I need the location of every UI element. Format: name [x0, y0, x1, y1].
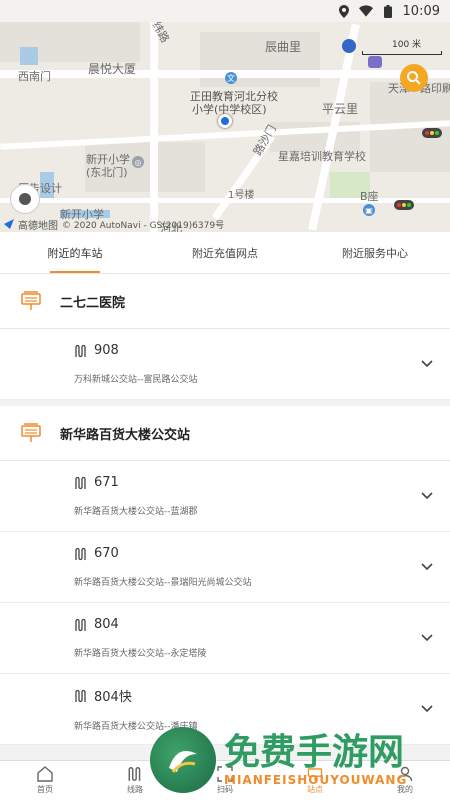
map-label: 星嘉培训教育学校 [278, 150, 366, 163]
map-copyright: 高德地图 © 2020 AutoNavi - GS(2019)6379号 [0, 216, 450, 232]
station-header[interactable]: 新华路百货大楼公交站 [0, 406, 450, 461]
metro-icon [342, 39, 356, 53]
bus-stop-icon [307, 768, 323, 781]
route-direction: 新华路百货大楼公交站--蓝湖郡 [74, 507, 198, 517]
route-row[interactable]: 670 新华路百货大楼公交站--景瑞阳光尚城公交站 [0, 532, 450, 603]
location-icon [337, 4, 351, 18]
route-icon [75, 689, 86, 702]
school-poi-icon[interactable]: ◎ [132, 156, 144, 168]
route-icon [75, 476, 86, 489]
station-card: 二七二医院 908 万科新城公交站--富民路公交站 [0, 274, 450, 400]
station-card: 新华路百货大楼公交站 671 新华路百货大楼公交站--蓝湖郡 670 新华路百货… [0, 406, 450, 745]
chevron-down-icon[interactable] [418, 700, 436, 718]
route-number: 804快 [94, 690, 132, 705]
route-number: 804 [94, 617, 119, 632]
tab-nearby-stations[interactable]: 附近的车站 [0, 232, 150, 273]
traffic-light-icon [422, 128, 442, 138]
route-number: 908 [94, 343, 119, 358]
station-header[interactable]: 二七二医院 [0, 274, 450, 329]
traffic-light-icon [394, 200, 414, 210]
nav-profile[interactable]: 我的 [360, 761, 450, 800]
map-label: (东北门) [86, 166, 128, 179]
route-icon [75, 618, 86, 631]
route-number: 670 [94, 546, 119, 561]
route-direction: 新华路百货大楼公交站--永定塔陵 [74, 649, 207, 659]
route-row[interactable]: 804 新华路百货大楼公交站--永定塔陵 [0, 603, 450, 674]
search-icon [407, 71, 421, 85]
tab-bar: 附近的车站 附近充值网点 附近服务中心 [0, 232, 450, 274]
bus-stop-icon [21, 423, 41, 442]
user-icon [397, 766, 413, 782]
station-name: 新华路百货大楼公交站 [60, 427, 191, 443]
tab-nearby-recharge[interactable]: 附近充值网点 [150, 232, 300, 273]
route-row[interactable]: 671 新华路百货大楼公交站--蓝湖郡 [0, 461, 450, 532]
chevron-down-icon[interactable] [418, 487, 436, 505]
current-location-pin-icon [218, 114, 232, 128]
route-number: 671 [94, 475, 119, 490]
chevron-down-icon[interactable] [418, 558, 436, 576]
route-row[interactable]: 908 万科新城公交站--富民路公交站 [0, 329, 450, 400]
nav-home[interactable]: 首页 [0, 761, 90, 800]
station-name: 二七二医院 [60, 295, 126, 311]
route-icon [75, 547, 86, 560]
tab-nearby-service[interactable]: 附近服务中心 [300, 232, 450, 273]
status-time: 10:09 [402, 3, 440, 19]
map-marker-icon[interactable] [368, 56, 382, 68]
route-icon [128, 767, 141, 781]
route-direction: 万科新城公交站--富民路公交站 [74, 375, 198, 385]
wifi-icon [358, 4, 373, 18]
map-label: 1号楼 [228, 190, 255, 201]
map-label: 平云里 [322, 102, 359, 116]
route-direction: 新华路百货大楼公交站--景瑞阳光尚城公交站 [74, 578, 252, 588]
battery-icon [381, 4, 395, 18]
locate-button[interactable] [10, 184, 40, 214]
nav-routes[interactable]: 线路 [90, 761, 180, 800]
status-bar: 10:09 [0, 0, 450, 22]
building-poi-icon[interactable]: ▣ [363, 204, 375, 216]
map-scale: 100 米 [342, 37, 442, 55]
bottom-nav: 首页 线路 扫码 站点 我的 [0, 760, 450, 800]
route-icon [75, 344, 86, 357]
home-icon [37, 766, 53, 782]
chevron-down-icon[interactable] [418, 629, 436, 647]
route-direction: 新华路百货大楼公交站--潘庄镇 [74, 722, 198, 732]
nav-stations[interactable]: 站点 [270, 761, 360, 800]
map-search-button[interactable] [400, 64, 428, 92]
chevron-down-icon[interactable] [418, 355, 436, 373]
school-poi-icon[interactable]: 文 [225, 72, 237, 84]
map-view[interactable]: 纬路 辰曲里 西南门 晨悦大厦 文 正田教育河北分校 小学(中学校区) 平云里 … [0, 22, 450, 232]
amap-logo-icon [4, 219, 14, 229]
map-label: 辰曲里 [265, 40, 302, 54]
route-row[interactable]: 804快 新华路百货大楼公交站--潘庄镇 [0, 674, 450, 745]
bus-stop-icon [21, 291, 41, 310]
nav-scan[interactable]: 扫码 [180, 761, 270, 800]
scan-icon [217, 766, 233, 782]
map-label: 晨悦大厦 [88, 62, 137, 76]
map-label: 西南门 [18, 70, 51, 83]
locate-icon [19, 193, 31, 205]
map-label: B座 [360, 190, 379, 203]
station-list: 二七二医院 908 万科新城公交站--富民路公交站 新华路百货大楼公交站 671 [0, 274, 450, 760]
